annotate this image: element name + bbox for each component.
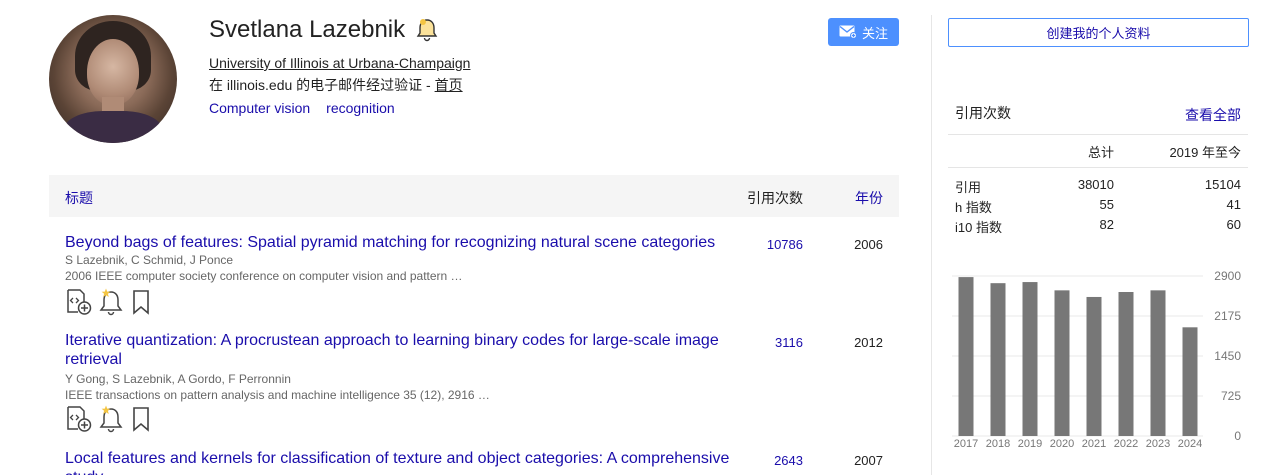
y-tick-label: 1450 (1214, 349, 1241, 363)
x-tick-label: 2022 (1114, 438, 1138, 450)
stat-label: 引用 (955, 180, 982, 195)
article-authors: Y Gong, S Lazebnik, A Gordo, F Perronnin (65, 372, 291, 386)
profile-name-row: Svetlana Lazebnik (209, 16, 440, 44)
article-year: 2012 (854, 335, 883, 350)
research-interests: Computer vision recognition (209, 100, 395, 116)
stats-row-citations: 引用 38010 15104 (948, 175, 1248, 195)
stats-column-header: 总计 2019 年至今 (948, 134, 1248, 168)
stats-row-h-index: h 指数 55 41 (948, 195, 1248, 215)
affiliation-link[interactable]: University of Illinois at Urbana-Champai… (209, 55, 470, 71)
article-venue: IEEE transactions on pattern analysis an… (65, 388, 490, 402)
y-tick-label: 725 (1221, 389, 1241, 403)
x-tick-label: 2019 (1018, 438, 1042, 450)
bookmark-icon[interactable] (129, 288, 153, 316)
verified-email-text: 在 illinois.edu 的电子邮件经过验证 - (209, 77, 435, 93)
x-tick-label: 2023 (1146, 438, 1170, 450)
table-row: Local features and kernels for classific… (49, 449, 899, 475)
bar-2019[interactable] (1022, 282, 1038, 436)
stat-label: h 指数 (955, 200, 992, 215)
y-tick-label: 2900 (1214, 269, 1241, 283)
bell-icon[interactable] (414, 17, 440, 43)
y-tick-label: 2175 (1214, 309, 1241, 323)
table-row: Iterative quantization: A procrustean ap… (49, 331, 899, 439)
stat-label: i10 指数 (955, 220, 1002, 235)
mail-follow-icon (839, 25, 857, 39)
sort-by-year[interactable]: 年份 (855, 188, 883, 208)
bar-2024[interactable] (1182, 327, 1198, 436)
follow-label: 关注 (861, 25, 888, 41)
bar-2018[interactable] (990, 283, 1006, 436)
cited-by-header: 引用次数 查看全部 (948, 96, 1248, 135)
article-authors: S Lazebnik, C Schmid, J Ponce (65, 253, 234, 267)
x-tick-label: 2021 (1082, 438, 1106, 450)
homepage-link[interactable]: 首页 (435, 77, 463, 93)
citations-bar-chart: 2900 2175 1450 725 0 2017 2018 2019 2020 2021 2022… (952, 269, 1241, 450)
col-since: 2019 年至今 (1169, 145, 1241, 160)
profile-avatar (49, 15, 177, 143)
x-tick-label: 2020 (1050, 438, 1074, 450)
article-cites[interactable]: 10786 (767, 237, 803, 252)
x-tick-label: 2017 (954, 438, 978, 450)
col-total: 总计 (1087, 145, 1114, 160)
x-tick-label: 2024 (1178, 438, 1202, 450)
add-to-library-icon[interactable] (65, 288, 93, 316)
article-year: 2007 (854, 453, 883, 468)
stat-total: 82 (1099, 217, 1114, 232)
stats-row-i10-index: i10 指数 82 60 (948, 215, 1248, 235)
article-title[interactable]: Beyond bags of features: Spatial pyramid… (65, 233, 735, 252)
bell-alert-icon[interactable] (97, 288, 125, 316)
article-venue: 2006 IEEE computer society conference on… (65, 269, 463, 283)
bar-2023[interactable] (1150, 290, 1166, 436)
interest-computer-vision[interactable]: Computer vision (209, 100, 310, 116)
article-title[interactable]: Local features and kernels for classific… (65, 449, 735, 475)
articles-table-header: 标题 引用次数 年份 (49, 175, 899, 217)
stat-total: 55 (1099, 197, 1114, 212)
sort-by-title[interactable]: 标题 (65, 188, 93, 208)
y-tick-label: 0 (1234, 429, 1241, 443)
article-title[interactable]: Iterative quantization: A procrustean ap… (65, 331, 735, 369)
bell-alert-icon[interactable] (97, 405, 125, 433)
bookmark-icon[interactable] (129, 405, 153, 433)
follow-button[interactable]: 关注 (828, 18, 899, 46)
bar-2022[interactable] (1118, 292, 1134, 436)
article-actions (65, 405, 153, 433)
stat-total: 38010 (1077, 177, 1114, 192)
add-to-library-icon[interactable] (65, 405, 93, 433)
bar-2017[interactable] (958, 277, 974, 436)
verified-email-line: 在 illinois.edu 的电子邮件经过验证 - 首页 (209, 75, 463, 95)
create-profile-button[interactable]: 创建我的个人资料 (948, 18, 1249, 47)
bar-2021[interactable] (1086, 296, 1102, 436)
cited-by-title: 引用次数 (955, 105, 1011, 121)
cited-by-header: 引用次数 (747, 190, 803, 206)
stat-since: 41 (1226, 197, 1241, 212)
article-actions (65, 288, 153, 316)
profile-name: Svetlana Lazebnik (209, 16, 406, 43)
table-row: Beyond bags of features: Spatial pyramid… (49, 233, 899, 321)
article-year: 2006 (854, 237, 883, 252)
column-divider (931, 15, 932, 475)
stat-since: 15104 (1204, 177, 1241, 192)
stat-since: 60 (1226, 217, 1241, 232)
bar-2020[interactable] (1054, 290, 1070, 436)
interest-recognition[interactable]: recognition (326, 100, 395, 116)
x-tick-label: 2018 (986, 438, 1010, 450)
article-cites[interactable]: 2643 (774, 453, 803, 468)
view-all-link[interactable]: 查看全部 (1185, 105, 1241, 125)
article-cites[interactable]: 3116 (775, 335, 803, 350)
